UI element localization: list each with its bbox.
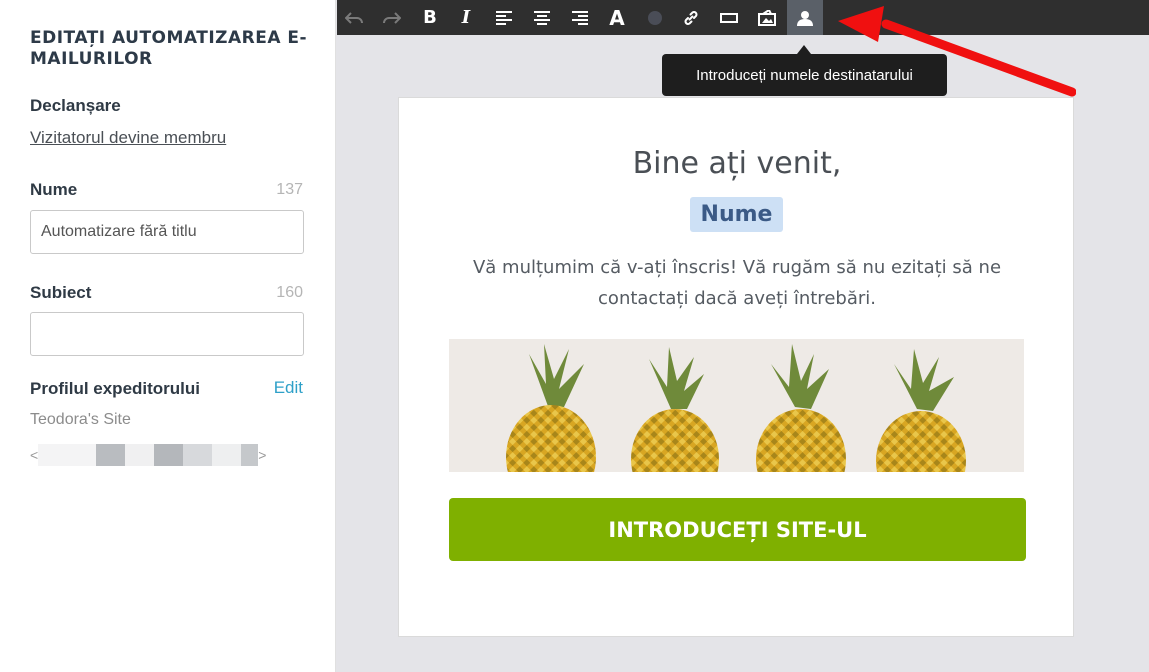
sender-site-name: Teodora's Site <box>30 411 131 428</box>
pineapple-2 <box>631 347 719 472</box>
name-char-count: 137 <box>276 181 303 198</box>
pineapple-banner-image[interactable] <box>449 339 1024 472</box>
font-icon[interactable]: A <box>600 0 634 35</box>
sender-email-redacted: < > <box>30 444 280 466</box>
align-center-icon[interactable] <box>525 0 559 35</box>
email-preview-card[interactable]: Bine ați venit, Nume Vă mulțumim că v-aț… <box>398 97 1074 637</box>
link-icon[interactable] <box>674 0 708 35</box>
trigger-label: Declanșare <box>30 96 121 115</box>
sidebar-panel: EDITAȚI AUTOMATIZAREA E-MAILURILOR Decla… <box>0 0 336 672</box>
subject-char-count: 160 <box>276 284 303 301</box>
email-open-bracket: < <box>30 447 39 463</box>
trigger-link[interactable]: Vizitatorul devine membru <box>30 128 226 148</box>
name-label: Nume <box>30 180 78 199</box>
subject-input[interactable] <box>30 312 304 356</box>
pineapple-4 <box>876 349 966 472</box>
redo-icon[interactable] <box>375 0 409 35</box>
enter-site-button[interactable]: INTRODUCEȚI SITE-UL <box>449 498 1026 561</box>
email-close-bracket: > <box>258 447 267 463</box>
align-right-icon[interactable] <box>563 0 597 35</box>
italic-icon[interactable]: I <box>449 0 483 35</box>
bold-icon[interactable]: B <box>413 0 447 35</box>
sender-edit-link[interactable]: Edit <box>274 378 303 398</box>
button-icon[interactable] <box>712 0 746 35</box>
align-left-icon[interactable] <box>487 0 521 35</box>
undo-icon[interactable] <box>337 0 371 35</box>
pineapple-3 <box>756 344 846 472</box>
panel-title: EDITAȚI AUTOMATIZAREA E-MAILURILOR <box>30 28 308 69</box>
email-body-text[interactable]: Vă mulțumim că v-ați înscris! Vă rugăm s… <box>449 252 1025 314</box>
recipient-name-placeholder[interactable]: Nume <box>690 197 783 232</box>
subject-label: Subiect <box>30 283 92 302</box>
image-icon[interactable] <box>750 0 784 35</box>
tooltip-pointer <box>797 45 811 54</box>
email-greeting[interactable]: Bine ați venit, <box>399 146 1075 181</box>
annotation-arrow <box>838 6 1076 97</box>
recipient-icon[interactable] <box>787 0 823 35</box>
sender-profile-label: Profilul expeditorului <box>30 379 201 398</box>
color-icon[interactable] <box>638 0 672 35</box>
pineapple-1 <box>506 344 596 472</box>
automation-name-input[interactable] <box>30 210 304 254</box>
